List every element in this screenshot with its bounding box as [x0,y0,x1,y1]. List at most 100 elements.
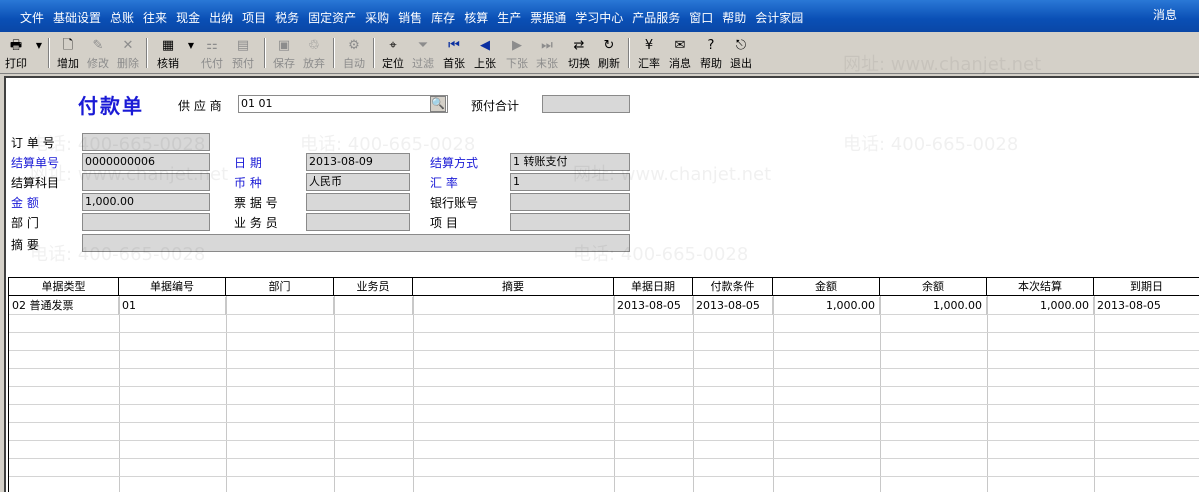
menu-item[interactable]: 税务 [275,9,299,26]
menu-item[interactable]: 库存 [431,9,455,26]
discard-button[interactable]: ♲ 放弃 [300,36,328,70]
menu-item[interactable]: 现金 [176,9,200,26]
help-button[interactable]: ? 帮助 [697,36,725,70]
print-dropdown[interactable]: ▼ [31,36,43,70]
table-cell[interactable]: 1,000.00 [987,297,1094,315]
settle-method-field[interactable]: 1 转账支付 [510,153,630,171]
prev-button[interactable]: ◀ 上张 [471,36,499,70]
column-header[interactable]: 付款条件 [693,278,773,296]
bill-no-field[interactable] [306,193,410,211]
switch-button[interactable]: ⇄ 切换 [565,36,593,70]
menu-item[interactable]: 项目 [242,9,266,26]
column-header[interactable]: 摘要 [413,278,614,296]
detail-grid[interactable]: 单据类型 单据编号 部门 业务员 摘要 单据日期 付款条件 金额 余额 本次结算 到期日 02 普通发… [8,277,1199,492]
table-cell[interactable]: 1,000.00 [773,297,880,315]
exchange-rate-field[interactable]: 1 [510,173,630,191]
grid-row-line [9,440,1199,441]
refresh-button[interactable]: ↻ 刷新 [595,36,623,70]
menu-item[interactable]: 采购 [365,9,389,26]
locate-button[interactable]: ⌖ 定位 [379,36,407,70]
currency-field[interactable]: 人民币 [306,173,410,191]
toolbar-separator [48,38,50,68]
date-field[interactable]: 2013-08-09 [306,153,410,171]
menu-item[interactable]: 生产 [497,9,521,26]
table-cell[interactable] [334,297,413,315]
filter-button[interactable]: ⏷ 过滤 [409,36,437,70]
menu-item[interactable]: 出纳 [209,9,233,26]
proxy-pay-button[interactable]: ⚏ 代付 [198,36,226,70]
first-button[interactable]: ⏮ 首张 [440,36,468,70]
menu-item[interactable]: 帮助 [722,9,746,26]
menu-item[interactable]: 固定资产 [308,9,356,26]
message-menu[interactable]: 消息 [1153,6,1177,23]
menu-item[interactable]: 会计家园 [755,9,803,26]
order-no-field[interactable] [82,133,210,151]
settle-no-label: 结算单号 [11,156,60,170]
summary-label: 摘 要 [11,238,39,252]
column-header[interactable]: 本次结算 [987,278,1094,296]
message-button[interactable]: ✉ 消息 [666,36,694,70]
refresh-icon: ↻ [603,38,615,53]
menu-item[interactable]: 产品服务 [632,9,680,26]
column-header[interactable]: 单据日期 [614,278,693,296]
menu-item[interactable]: 销售 [398,9,422,26]
column-header[interactable]: 单据类型 [9,278,119,296]
save-button[interactable]: ▣ 保存 [270,36,298,70]
settle-subject-field[interactable] [82,173,210,191]
bank-account-field[interactable] [510,193,630,211]
print-button[interactable]: 🖶 打印 [2,36,30,70]
grid-column-line [614,296,615,492]
supplier-input[interactable]: 01 01 [238,95,448,113]
column-header[interactable]: 金额 [773,278,880,296]
summary-field[interactable] [82,234,630,252]
exchange-rate-button[interactable]: ¥ 汇率 [635,36,663,70]
grid-row-line [9,332,1199,333]
exit-button[interactable]: ⎋ 退出 [727,36,755,70]
menu-item[interactable]: 窗口 [689,9,713,26]
delete-button[interactable]: ✕ 删除 [114,36,142,70]
verify-dropdown[interactable]: ▼ [183,36,195,70]
table-cell[interactable]: 01 [119,297,226,315]
edit-button[interactable]: ✎ 修改 [84,36,112,70]
project-field[interactable] [510,213,630,231]
next-button[interactable]: ▶ 下张 [503,36,531,70]
table-cell[interactable]: 2013-08-05 [614,297,693,315]
table-cell[interactable]: 2013-08-05 [693,297,773,315]
table-cell[interactable] [226,297,334,315]
verify-button[interactable]: ▦ 核销 [154,36,182,70]
menu-item[interactable]: 基础设置 [53,9,101,26]
menu-item[interactable]: 总账 [110,9,134,26]
amount-field[interactable]: 1,000.00 [82,193,210,211]
salesman-field[interactable] [306,213,410,231]
menu-item[interactable]: 往来 [143,9,167,26]
toolbar-separator [264,38,266,68]
menu-item[interactable]: 票据通 [530,9,566,26]
help-icon: ? [707,38,715,53]
menu-item[interactable]: 文件 [20,9,44,26]
dept-field[interactable] [82,213,210,231]
grid-column-line [119,296,120,492]
grid-column-line [334,296,335,492]
auto-button[interactable]: ⚙ 自动 [340,36,368,70]
menu-item[interactable]: 学习中心 [575,9,623,26]
prepay-button[interactable]: ▤ 预付 [229,36,257,70]
settle-no-field[interactable]: 0000000006 [82,153,210,171]
column-header[interactable]: 部门 [226,278,334,296]
last-button[interactable]: ⏭ 末张 [533,36,561,70]
column-header[interactable]: 余额 [880,278,987,296]
table-cell[interactable]: 2013-08-05 [1094,297,1199,315]
column-header[interactable]: 业务员 [334,278,413,296]
delete-icon: ✕ [122,38,134,53]
search-icon[interactable]: 🔍 [430,96,446,112]
menu-item[interactable]: 核算 [464,9,488,26]
settle-subject-label: 结算科目 [11,176,60,190]
prev-icon: ◀ [480,38,490,53]
column-header[interactable]: 到期日 [1094,278,1199,296]
table-cell[interactable]: 1,000.00 [880,297,987,315]
printer-icon: 🖶 [9,38,23,53]
column-header[interactable]: 单据编号 [119,278,226,296]
filter-icon: ⏷ [417,38,429,53]
table-cell[interactable]: 02 普通发票 [9,297,119,315]
table-cell[interactable] [413,297,614,315]
add-button[interactable]: 🗋 增加 [54,36,82,70]
